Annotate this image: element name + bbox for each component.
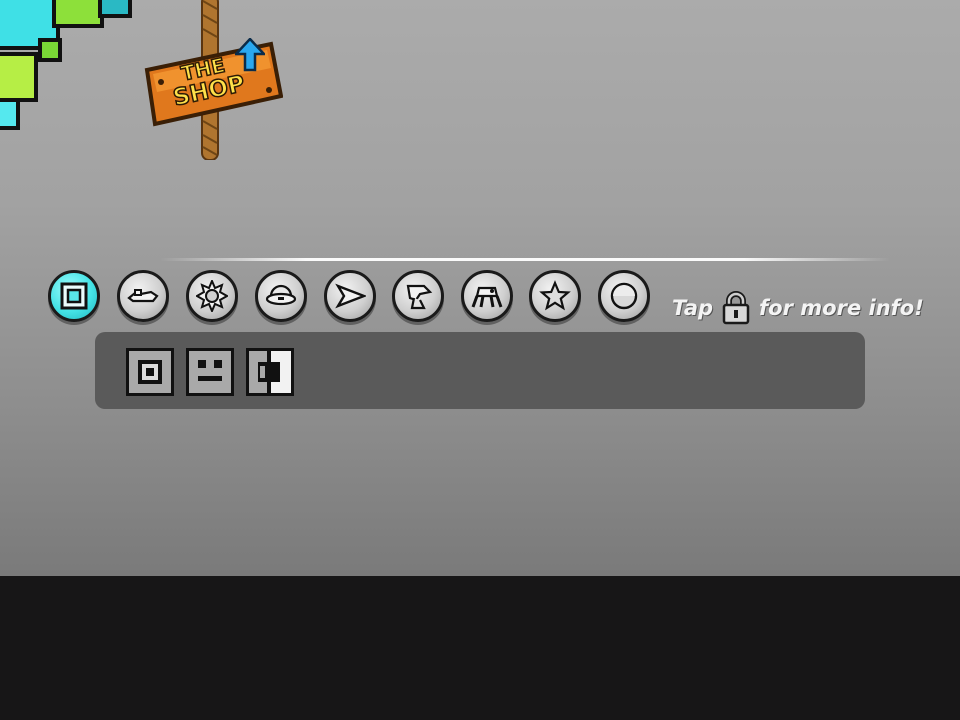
category-wave-button[interactable]	[324, 270, 376, 322]
category-star-button[interactable]	[529, 270, 581, 322]
cube-default-icon	[126, 348, 174, 396]
ground-area	[0, 576, 960, 720]
star-icon	[539, 280, 571, 311]
category-robot-button[interactable]	[392, 270, 444, 322]
category-ball-button[interactable]	[186, 270, 238, 322]
icon-slot-1[interactable]	[124, 346, 176, 398]
cube-bracket-icon	[246, 348, 294, 396]
ball-icon	[196, 280, 228, 312]
robot-icon	[406, 284, 433, 310]
circle-icon	[610, 282, 638, 310]
icon-slot-2[interactable]	[184, 346, 236, 398]
section-divider	[160, 258, 890, 261]
up-arrow-icon	[235, 38, 265, 72]
category-cube-button[interactable]	[48, 270, 100, 322]
cube-face-icon	[186, 348, 234, 396]
tap-info-prefix: Tap	[672, 296, 714, 320]
icon-selection-panel	[95, 332, 865, 409]
lock-icon[interactable]	[721, 291, 751, 325]
wave-icon	[335, 283, 366, 309]
shop-button[interactable]: THE SHOP	[143, 38, 284, 128]
spider-icon	[471, 286, 503, 308]
tap-info-suffix: for more info!	[759, 296, 924, 320]
icon-slot-3[interactable]	[244, 346, 296, 398]
cube-icon	[60, 282, 88, 310]
category-special-button[interactable]	[598, 270, 650, 322]
game-background: THE SHOP Tap for more info!	[0, 0, 960, 576]
category-ship-button[interactable]	[117, 270, 169, 322]
category-ufo-button[interactable]	[255, 270, 307, 322]
tap-info-hint: Tap for more info!	[672, 290, 924, 326]
ship-icon	[127, 289, 159, 303]
ufo-icon	[265, 284, 297, 306]
category-spider-button[interactable]	[461, 270, 513, 322]
